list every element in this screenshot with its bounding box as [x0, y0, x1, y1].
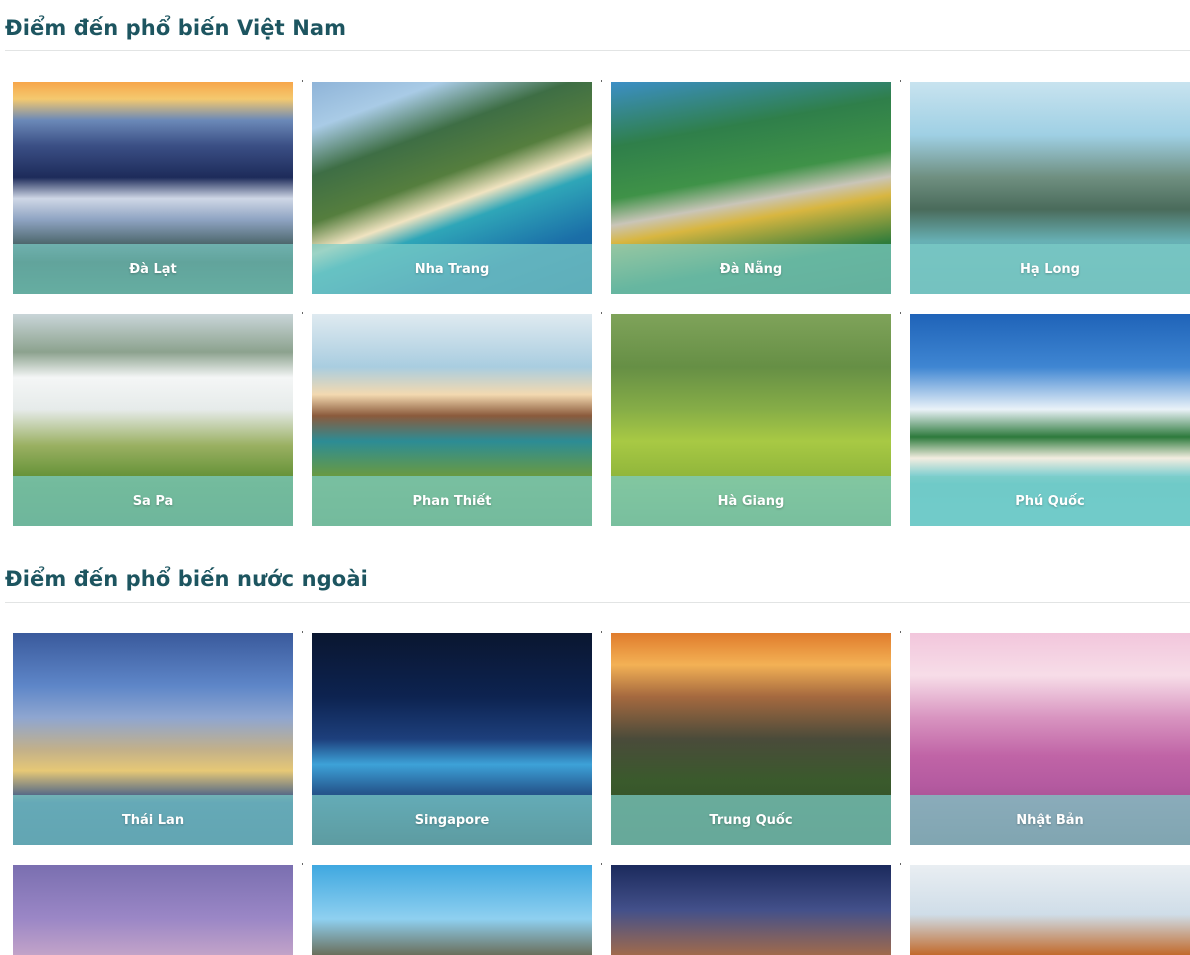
- destination-label: Sa Pa: [132, 493, 174, 509]
- destination-caption: Trung Quốc: [611, 795, 891, 845]
- destination-label: Phú Quốc: [1015, 493, 1085, 509]
- grid-mark: [900, 80, 901, 82]
- grid-mark: [302, 312, 303, 314]
- destination-card-ha-giang[interactable]: Hà Giang: [611, 314, 891, 526]
- grid-mark: [601, 80, 602, 82]
- destination-label: Hà Giang: [717, 493, 785, 509]
- grid-mark: [601, 312, 602, 314]
- destination-card-phan-thiet[interactable]: Phan Thiết: [312, 314, 592, 526]
- destination-label: Phan Thiết: [412, 493, 492, 509]
- grid-mark: [302, 631, 303, 633]
- destination-caption: Phú Quốc: [910, 476, 1190, 526]
- destination-card-nha-trang[interactable]: Nha Trang: [312, 82, 592, 294]
- grid-mark: [601, 631, 602, 633]
- destination-card-partial[interactable]: [312, 865, 592, 955]
- section-title-international: Điểm đến phổ biến nước ngoài: [5, 567, 368, 591]
- destination-card-singapore[interactable]: Singapore: [312, 633, 592, 845]
- destination-caption: Nha Trang: [312, 244, 592, 294]
- grid-mark: [302, 863, 303, 865]
- destination-label: Đà Nẵng: [719, 261, 783, 277]
- destination-photo: [13, 865, 293, 955]
- destination-caption: Sa Pa: [13, 476, 293, 526]
- destination-photo: [312, 865, 592, 955]
- destination-caption: Đà Lạt: [13, 244, 293, 294]
- destination-card-phu-quoc[interactable]: Phú Quốc: [910, 314, 1190, 526]
- destination-label: Nha Trang: [414, 261, 490, 277]
- destination-caption: Hạ Long: [910, 244, 1190, 294]
- destination-label: Thái Lan: [121, 812, 185, 828]
- destination-photo: [611, 865, 891, 955]
- destination-caption: Phan Thiết: [312, 476, 592, 526]
- destination-card-da-nang[interactable]: Đà Nẵng: [611, 82, 891, 294]
- section-divider: [5, 602, 1190, 603]
- destination-card-trung-quoc[interactable]: Trung Quốc: [611, 633, 891, 845]
- section-divider: [5, 50, 1190, 51]
- destination-caption: Thái Lan: [13, 795, 293, 845]
- destination-caption: Hà Giang: [611, 476, 891, 526]
- section-title-vietnam: Điểm đến phổ biến Việt Nam: [5, 16, 347, 40]
- destination-card-da-lat[interactable]: Đà Lạt: [13, 82, 293, 294]
- destination-card-partial[interactable]: [611, 865, 891, 955]
- destination-caption: Nhật Bản: [910, 795, 1190, 845]
- grid-mark: [601, 863, 602, 865]
- destinations-page: Điểm đến phổ biến Việt Nam Đà Lạt Nha Tr…: [0, 0, 1190, 955]
- grid-mark: [900, 863, 901, 865]
- destination-photo: [910, 865, 1190, 955]
- destination-card-nhat-ban[interactable]: Nhật Bản: [910, 633, 1190, 845]
- destination-label: Singapore: [414, 812, 490, 828]
- grid-mark: [900, 312, 901, 314]
- grid-mark: [302, 80, 303, 82]
- destination-card-ha-long[interactable]: Hạ Long: [910, 82, 1190, 294]
- destination-card-partial[interactable]: [910, 865, 1190, 955]
- destination-label: Trung Quốc: [709, 812, 793, 828]
- destination-label: Hạ Long: [1020, 261, 1080, 277]
- destination-card-sa-pa[interactable]: Sa Pa: [13, 314, 293, 526]
- destination-caption: Singapore: [312, 795, 592, 845]
- grid-mark: [900, 631, 901, 633]
- destination-card-partial[interactable]: [13, 865, 293, 955]
- destination-label: Nhật Bản: [1016, 812, 1084, 828]
- destination-card-thai-lan[interactable]: Thái Lan: [13, 633, 293, 845]
- destination-caption: Đà Nẵng: [611, 244, 891, 294]
- destination-label: Đà Lạt: [129, 261, 177, 277]
